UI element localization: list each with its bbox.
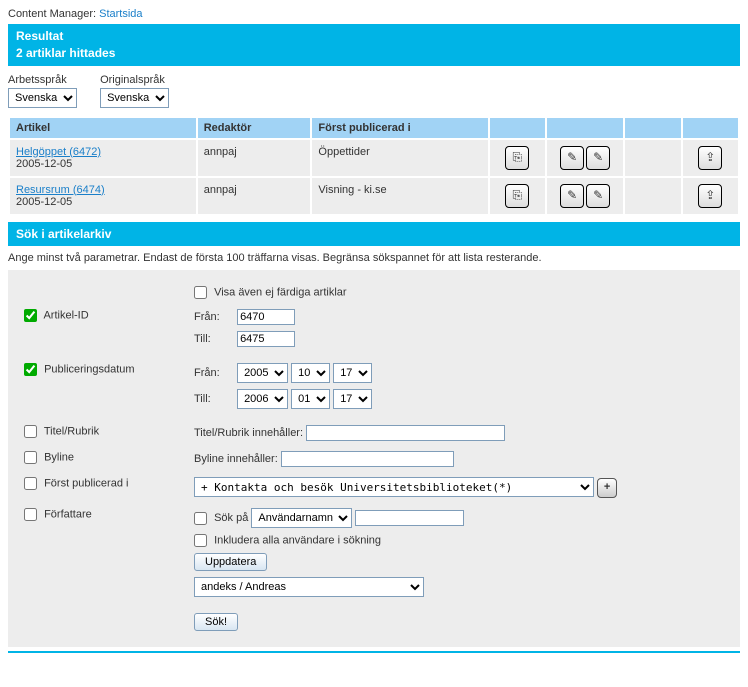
to-label: Till:	[194, 333, 234, 345]
th-actions1	[489, 117, 546, 139]
th-actions4	[682, 117, 739, 139]
results-table: Artikel Redaktör Först publicerad i Helg…	[8, 116, 740, 216]
table-row: Helgöppet (6472) 2005-12-05 annpaj Öppet…	[9, 139, 739, 177]
th-editor: Redaktör	[197, 117, 312, 139]
article-link[interactable]: Resursrum (6474)	[16, 184, 105, 196]
search-header: Sök i artikelarkiv	[8, 222, 740, 247]
breadcrumb-prefix: Content Manager:	[8, 8, 96, 20]
search-form: Visa även ej färdiga artiklar Artikel-ID…	[8, 270, 740, 647]
article-date: 2005-12-05	[16, 196, 72, 208]
searchon-label: Sök på	[214, 512, 248, 524]
orig-lang-label: Originalspråk	[100, 74, 169, 86]
bottom-divider	[8, 651, 740, 653]
byline-input[interactable]	[281, 451, 454, 467]
author-chk-label: Författare	[44, 508, 92, 520]
edit2-icon[interactable]: ✎	[586, 146, 610, 170]
breadcrumb: Content Manager: Startsida	[8, 8, 740, 20]
table-row: Resursrum (6474) 2005-12-05 annpaj Visni…	[9, 177, 739, 215]
byline-checkbox[interactable]	[24, 451, 37, 464]
byline-label: Byline innehåller:	[194, 453, 278, 465]
edit-icon[interactable]: ✎	[560, 184, 584, 208]
firstpub-select[interactable]: + Kontakta och besök Universitetsbibliot…	[194, 477, 594, 497]
from-label: Från:	[194, 367, 234, 379]
edit-icon[interactable]: ✎	[560, 146, 584, 170]
searchon-checkbox[interactable]	[194, 512, 207, 525]
pubdate-label: Publiceringsdatum	[44, 364, 135, 376]
breadcrumb-link[interactable]: Startsida	[99, 8, 142, 20]
article-id-from-input[interactable]	[237, 309, 295, 325]
update-button[interactable]: Uppdatera	[194, 553, 267, 571]
pubdate-from-year[interactable]: 2005	[237, 363, 288, 383]
firstpub-chk-label: Först publicerad i	[44, 478, 128, 490]
published-cell: Öppettider	[311, 139, 488, 177]
instructions: Ange minst två parametrar. Endast de för…	[8, 246, 740, 270]
includeall-label: Inkludera alla användare i sökning	[214, 534, 381, 546]
title-input[interactable]	[306, 425, 505, 441]
author-checkbox[interactable]	[24, 508, 37, 521]
byline-chk-label: Byline	[44, 452, 74, 464]
export-icon[interactable]: ⇪	[698, 146, 722, 170]
export-icon[interactable]: ⇪	[698, 184, 722, 208]
includeall-checkbox[interactable]	[194, 534, 207, 547]
copy-icon[interactable]: ⎘	[505, 146, 529, 170]
language-row: Arbetsspråk Svenska Originalspråk Svensk…	[8, 74, 740, 108]
title-chk-label: Titel/Rubrik	[44, 426, 99, 438]
editor-cell: annpaj	[197, 139, 312, 177]
firstpub-checkbox[interactable]	[24, 477, 37, 490]
searchon-select[interactable]: Användarnamn	[251, 508, 352, 528]
article-id-checkbox[interactable]	[24, 309, 37, 322]
result-header: Resultat 2 artiklar hittades	[8, 24, 740, 66]
copy-icon[interactable]: ⎘	[505, 184, 529, 208]
user-select[interactable]: andeks / Andreas	[194, 577, 424, 597]
title-checkbox[interactable]	[24, 425, 37, 438]
work-lang-label: Arbetsspråk	[8, 74, 77, 86]
plus-icon[interactable]: +	[597, 478, 617, 498]
result-subtitle: 2 artiklar hittades	[16, 45, 732, 62]
th-article: Artikel	[9, 117, 197, 139]
th-published: Först publicerad i	[311, 117, 488, 139]
published-cell: Visning - ki.se	[311, 177, 488, 215]
show-unfinished-checkbox[interactable]	[194, 286, 207, 299]
result-title: Resultat	[16, 28, 732, 45]
article-id-label: Artikel-ID	[43, 310, 88, 322]
orig-lang-select[interactable]: Svenska	[100, 88, 169, 108]
pubdate-to-month[interactable]: 01	[291, 389, 330, 409]
th-actions2	[546, 117, 624, 139]
to-label: Till:	[194, 393, 234, 405]
title-label: Titel/Rubrik innehåller:	[194, 427, 303, 439]
article-date: 2005-12-05	[16, 158, 72, 170]
from-label: Från:	[194, 311, 234, 323]
pubdate-from-month[interactable]: 10	[291, 363, 330, 383]
article-link[interactable]: Helgöppet (6472)	[16, 146, 101, 158]
work-lang-select[interactable]: Svenska	[8, 88, 77, 108]
pubdate-to-day[interactable]: 17	[333, 389, 372, 409]
table-header-row: Artikel Redaktör Först publicerad i	[9, 117, 739, 139]
pubdate-to-year[interactable]: 2006	[237, 389, 288, 409]
search-button[interactable]: Sök!	[194, 613, 238, 631]
pubdate-checkbox[interactable]	[24, 363, 37, 376]
th-actions3	[624, 117, 681, 139]
show-unfinished-label: Visa även ej färdiga artiklar	[214, 287, 346, 299]
pubdate-from-day[interactable]: 17	[333, 363, 372, 383]
edit2-icon[interactable]: ✎	[586, 184, 610, 208]
editor-cell: annpaj	[197, 177, 312, 215]
article-id-to-input[interactable]	[237, 331, 295, 347]
searchon-input[interactable]	[355, 510, 464, 526]
